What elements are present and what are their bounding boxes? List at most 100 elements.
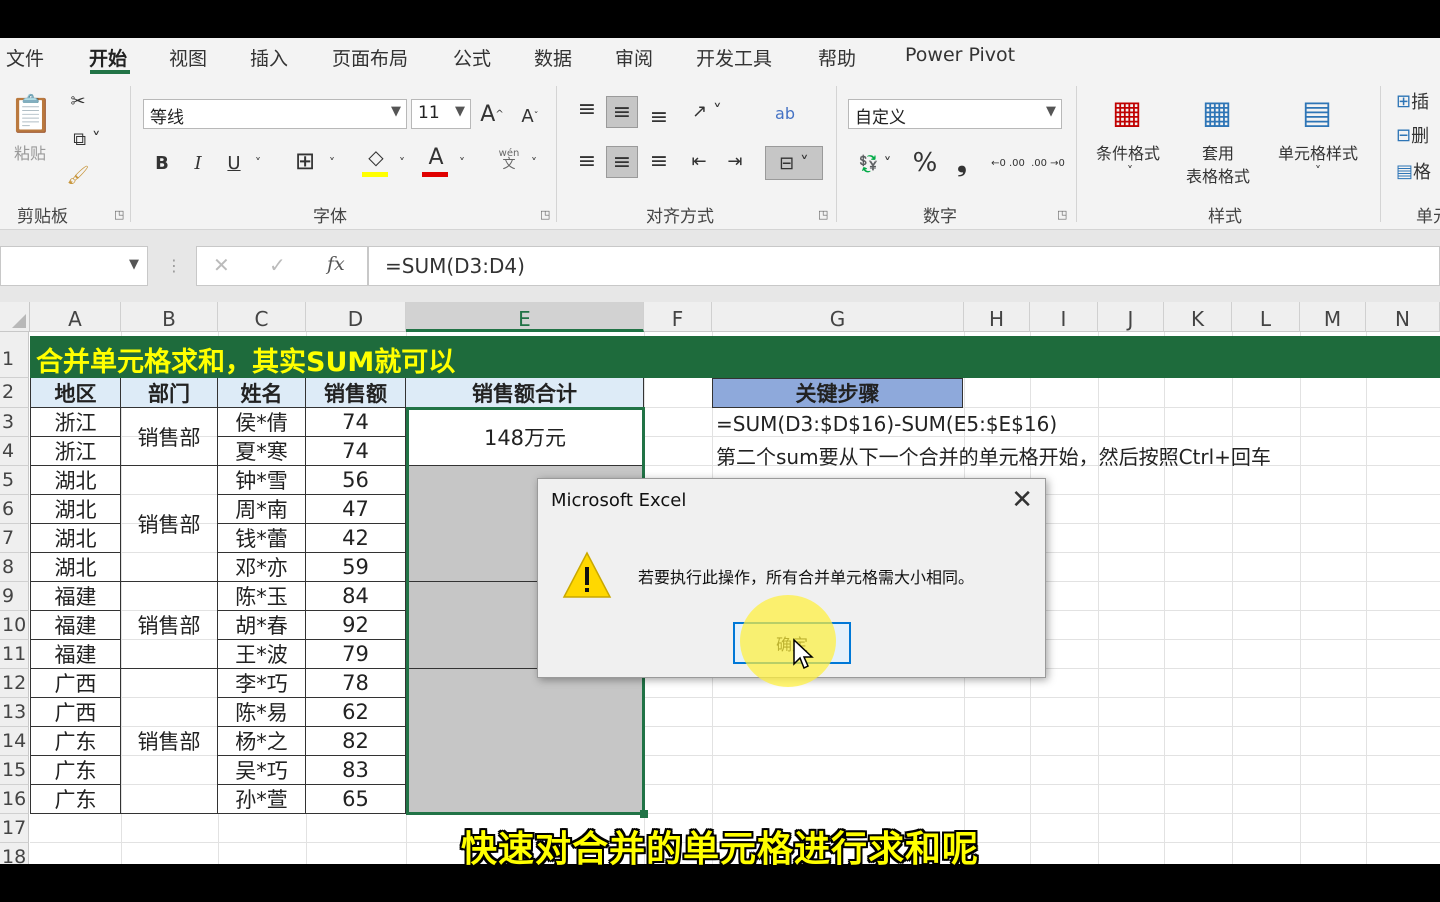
fill-handle[interactable] [640,810,648,818]
chevron-down-icon[interactable]: ˅ [322,148,342,178]
clipboard-launcher-icon[interactable]: ◳ [114,208,124,221]
row-header-3[interactable]: 3 [0,408,29,437]
increase-decimal-icon[interactable]: ←0 .00 [990,148,1026,178]
tab-file[interactable]: 文件 [6,44,44,71]
cell-sales[interactable]: 83 [306,756,406,785]
font-size-combo[interactable]: 11 ▼ [411,99,471,129]
chevron-down-icon[interactable]: ˅ [524,148,544,178]
decrease-indent-icon[interactable]: ⇤ [684,146,714,176]
insert-function-icon[interactable]: fx [327,253,345,275]
row-header-1[interactable]: 1 [0,332,29,378]
cell-name[interactable]: 钟*雪 [218,466,306,495]
column-header-i[interactable]: I [1030,302,1098,332]
font-name-combo[interactable]: 等线 ▼ [143,99,407,129]
tab-help[interactable]: 帮助 [818,44,856,71]
cell-region[interactable]: 湖北 [30,495,121,524]
sheet-title[interactable]: 合并单元格求和，其实SUM就可以 [30,336,1440,378]
cell-name[interactable]: 邓*亦 [218,553,306,582]
format-cells-button[interactable]: ▤ 格 [1396,158,1440,184]
cell-region[interactable]: 广东 [30,727,121,756]
header-dept[interactable]: 部门 [121,378,218,408]
tab-data[interactable]: 数据 [534,44,572,71]
cell-sales[interactable]: 47 [306,495,406,524]
cell-region[interactable]: 湖北 [30,524,121,553]
note-formula[interactable]: =SUM(D3:$D$16)-SUM(E5:$E$16) [716,412,1057,436]
cell-name[interactable]: 侯*倩 [218,408,306,437]
conditional-formatting-icon[interactable]: ▦ [1104,92,1150,132]
copy-icon[interactable]: ⧉ ˅ [65,126,109,152]
format-painter-icon[interactable]: 🖌 [65,162,91,188]
row-header-14[interactable]: 14 [0,727,29,756]
dept-merged-cell[interactable]: 销售部 [121,408,218,466]
number-launcher-icon[interactable]: ◳ [1057,208,1067,221]
row-header-8[interactable]: 8 [0,553,29,582]
cell-region[interactable]: 湖北 [30,466,121,495]
cell-region[interactable]: 广东 [30,756,121,785]
column-header-m[interactable]: M [1300,302,1366,332]
enter-icon[interactable]: ✓ [269,253,286,277]
chevron-down-icon[interactable]: ˅ [392,148,412,178]
alignment-launcher-icon[interactable]: ◳ [818,208,828,221]
cell-name[interactable]: 陈*玉 [218,582,306,611]
cell-region[interactable]: 广西 [30,669,121,698]
column-header-n[interactable]: N [1366,302,1440,332]
tab-review[interactable]: 审阅 [615,44,653,71]
cell-name[interactable]: 陈*易 [218,698,306,727]
cell-name[interactable]: 杨*之 [218,727,306,756]
cell-sales[interactable]: 42 [306,524,406,553]
name-box[interactable]: ▼ [0,246,148,286]
column-header-a[interactable]: A [30,302,121,332]
chevron-down-icon[interactable]: ˅ [452,148,472,178]
cell-sales[interactable]: 82 [306,727,406,756]
column-header-f[interactable]: F [644,302,712,332]
tab-developer[interactable]: 开发工具 [696,44,772,71]
note-instruction[interactable]: 第二个sum要从下一个合并的单元格开始，然后按照Ctrl+回车 [716,441,1271,470]
row-header-4[interactable]: 4 [0,437,29,466]
cell-name[interactable]: 孙*萱 [218,785,306,814]
bold-button[interactable]: B [150,148,174,178]
align-left-icon[interactable]: ≡ [572,146,602,176]
cut-icon[interactable]: ✂ [65,88,91,114]
cell-region[interactable]: 广东 [30,785,121,814]
cell-sales[interactable]: 65 [306,785,406,814]
row-header-11[interactable]: 11 [0,640,29,669]
tab-power-pivot[interactable]: Power Pivot [905,44,1015,66]
align-middle-icon[interactable]: ≡ [606,96,638,128]
row-header-16[interactable]: 16 [0,785,29,814]
tab-home[interactable]: 开始 [89,44,127,71]
borders-icon[interactable]: ⊞ [290,146,320,176]
increase-indent-icon[interactable]: ⇥ [720,146,750,176]
row-header-2[interactable]: 2 [0,378,29,408]
cell-sales[interactable]: 78 [306,669,406,698]
column-header-l[interactable]: L [1232,302,1300,332]
cell-name[interactable]: 王*波 [218,640,306,669]
cell-name[interactable]: 吴*巧 [218,756,306,785]
close-icon[interactable]: ✕ [1011,485,1033,515]
dept-merged-cell[interactable]: 销售部 [121,582,218,669]
row-header-9[interactable]: 9 [0,582,29,611]
header-region[interactable]: 地区 [30,378,121,408]
orientation-icon[interactable]: ↗ ˅ [684,96,730,126]
cell-sales[interactable]: 62 [306,698,406,727]
column-header-e[interactable]: E [406,302,644,332]
cell-name[interactable]: 李*巧 [218,669,306,698]
align-center-icon[interactable]: ≡ [606,146,638,178]
header-name[interactable]: 姓名 [218,378,306,408]
cell-name[interactable]: 钱*蕾 [218,524,306,553]
cell-name[interactable]: 夏*寒 [218,437,306,466]
merge-center-button[interactable]: ⊟ ˅ [765,146,823,180]
cell-name[interactable]: 胡*春 [218,611,306,640]
format-as-table-icon[interactable]: ▦ [1194,92,1240,132]
align-bottom-icon[interactable]: ≡ [644,102,674,132]
column-header-d[interactable]: D [306,302,406,332]
column-header-k[interactable]: K [1164,302,1232,332]
cell-sales[interactable]: 56 [306,466,406,495]
cell-region[interactable]: 福建 [30,611,121,640]
cell-sales[interactable]: 74 [306,408,406,437]
column-header-j[interactable]: J [1098,302,1164,332]
column-header-c[interactable]: C [218,302,306,332]
row-header-5[interactable]: 5 [0,466,29,495]
align-right-icon[interactable]: ≡ [644,146,674,176]
column-header-g[interactable]: G [712,302,964,332]
cell-sales[interactable]: 92 [306,611,406,640]
